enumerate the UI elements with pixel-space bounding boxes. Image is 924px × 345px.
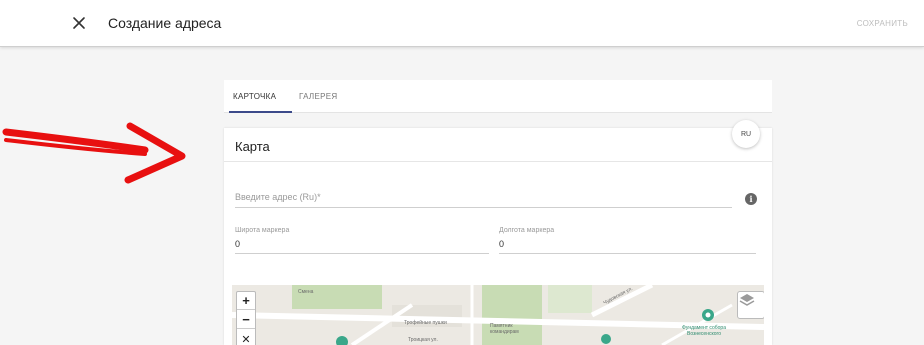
- map-card: Карта RU i Широта маркера Долгота маркер…: [224, 120, 772, 345]
- map-view[interactable]: Смена Трофейные пушки Памятник командира…: [232, 285, 764, 345]
- zoom-out-button[interactable]: −: [237, 311, 255, 329]
- page-title: Создание адреса: [108, 15, 222, 31]
- longitude-input[interactable]: [499, 234, 756, 254]
- active-tab-indicator: [229, 111, 292, 113]
- address-form-panel: КАРТОЧКА ГАЛЕРЕЯ Карта RU i Широта марке…: [224, 80, 772, 345]
- close-icon[interactable]: [70, 14, 88, 32]
- layers-icon: [739, 294, 755, 306]
- tab-card[interactable]: КАРТОЧКА: [233, 92, 276, 101]
- map-label: Фундамент собора Вознесенского: [682, 325, 726, 337]
- info-icon[interactable]: i: [745, 193, 757, 205]
- save-button[interactable]: СОХРАНИТЬ: [857, 19, 908, 28]
- map-label: Троицкая ул.: [408, 337, 438, 343]
- arrow-annotation-icon: [2, 122, 186, 184]
- tab-bar: КАРТОЧКА ГАЛЕРЕЯ: [224, 80, 772, 113]
- address-input[interactable]: [235, 186, 732, 208]
- card-header: Карта: [224, 128, 772, 162]
- tab-gallery[interactable]: ГАЛЕРЕЯ: [299, 92, 337, 101]
- zoom-control: + − ✕: [236, 291, 256, 345]
- language-button[interactable]: RU: [732, 120, 760, 148]
- top-bar: Создание адреса СОХРАНИТЬ: [0, 0, 924, 47]
- map-label: Памятник командирам: [490, 323, 519, 335]
- map-label: Трофейные пушки: [404, 320, 447, 326]
- longitude-label: Долгота маркера: [499, 227, 555, 234]
- card-title: Карта: [235, 139, 270, 154]
- zoom-in-button[interactable]: +: [237, 292, 255, 310]
- latitude-input[interactable]: [235, 234, 489, 254]
- reset-view-button[interactable]: ✕: [237, 330, 255, 345]
- latitude-label: Широта маркера: [235, 227, 290, 234]
- layers-button[interactable]: [737, 291, 764, 319]
- map-label: Смена: [298, 289, 314, 295]
